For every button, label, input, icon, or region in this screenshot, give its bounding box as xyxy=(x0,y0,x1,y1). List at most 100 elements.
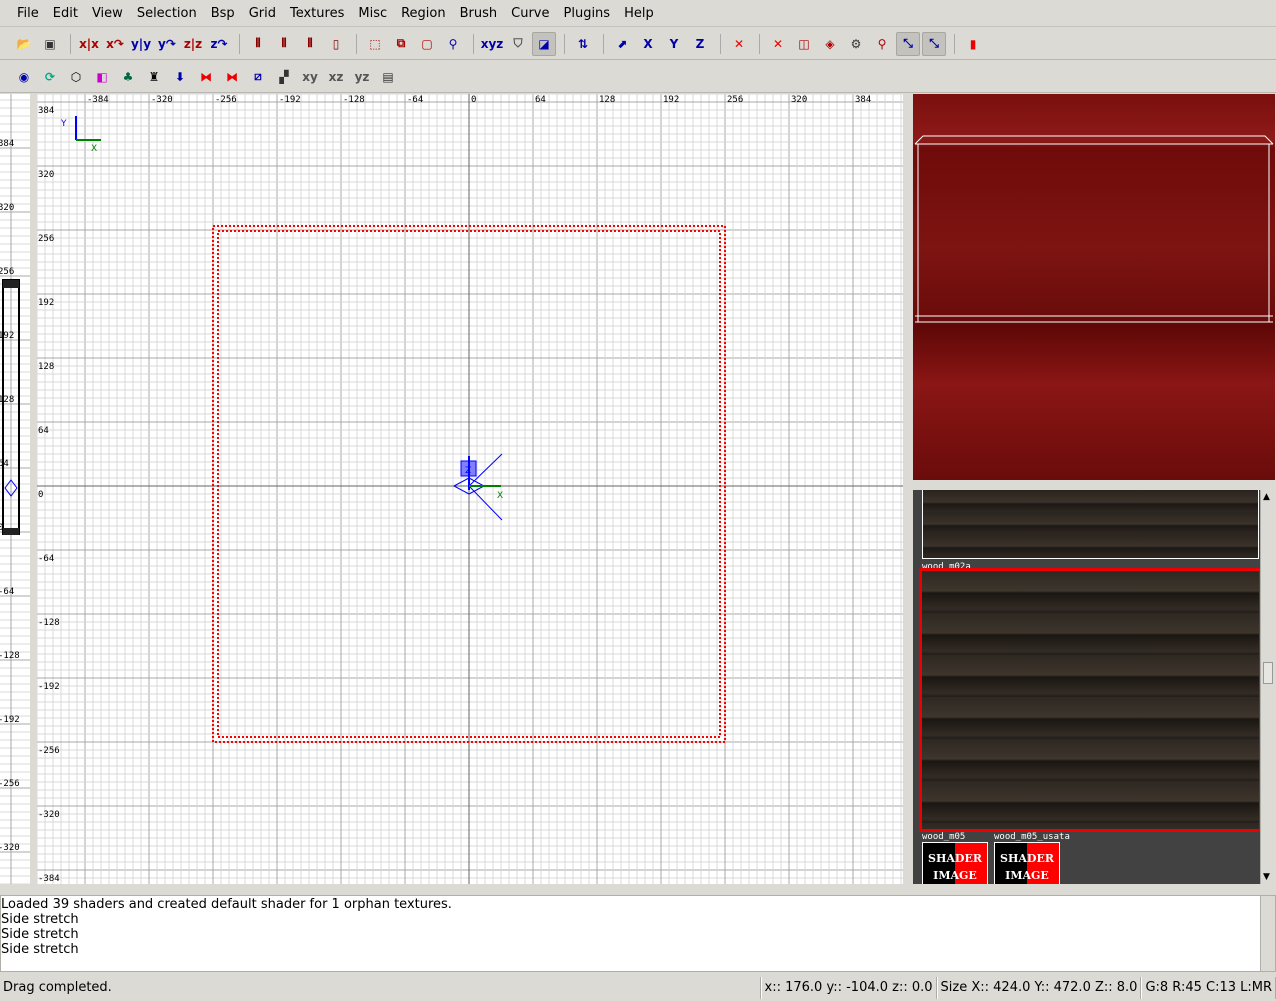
show-entities-button[interactable]: ⤡ xyxy=(922,31,946,56)
csg-merge-icon: ⧉ xyxy=(396,36,406,50)
texture-wood-m05-usata[interactable]: SHADER IMAGE xyxy=(994,842,1060,884)
hide-curve-button[interactable]: ✕ xyxy=(766,32,790,56)
menu-brush[interactable]: Brush xyxy=(453,6,505,21)
rotate-x-button[interactable]: x↷ xyxy=(103,32,127,56)
z-brush-top xyxy=(3,280,19,288)
patch-delete-icon: ⚙ xyxy=(850,36,862,51)
z-view[interactable]: 384320256192128640-64-128-192-256-320 xyxy=(0,94,30,884)
patch-delete-button[interactable]: ⚙ xyxy=(844,32,868,56)
menu-file[interactable]: File xyxy=(10,6,46,21)
menu-bsp[interactable]: Bsp xyxy=(204,6,242,21)
patch-insert-button[interactable]: ◈ xyxy=(818,32,842,56)
view-z-button[interactable]: Z xyxy=(688,32,712,56)
tree-button[interactable]: ♣ xyxy=(116,65,140,89)
y-axis-label: Y xyxy=(60,119,67,129)
save-button[interactable]: ▣ xyxy=(38,32,62,56)
select-inside-button[interactable]: ▯ xyxy=(324,32,348,56)
polygon-button[interactable]: ⬡ xyxy=(64,65,88,89)
y-tick-label: 128 xyxy=(38,362,54,372)
console[interactable]: Loaded 39 shaders and created default sh… xyxy=(0,895,1276,972)
shader-text: SHADER xyxy=(928,852,982,865)
select-complete-tall-button[interactable]: ⫴ xyxy=(246,32,270,56)
texture-wood-m02-partial[interactable] xyxy=(922,490,1259,559)
camera-path-button[interactable]: ▞ xyxy=(272,65,296,89)
hide-model-button[interactable]: ✕ xyxy=(727,32,751,56)
menu-curve[interactable]: Curve xyxy=(504,6,556,21)
console-line: Side stretch xyxy=(1,912,79,927)
console-scrollbar[interactable] xyxy=(1260,896,1275,971)
camera-move-icon: ⇅ xyxy=(577,36,589,51)
hide-model-icon: ✕ xyxy=(733,36,745,51)
menu-region[interactable]: Region xyxy=(394,6,453,21)
texture-scrollbar[interactable]: ▲ ▼ xyxy=(1260,490,1275,884)
drop-icon: ⬇ xyxy=(174,69,186,84)
plugin-button[interactable]: ▮ xyxy=(961,32,985,56)
drop-button[interactable]: ⬇ xyxy=(168,65,192,89)
flip-y-icon: y|y xyxy=(130,36,152,51)
rotate-y-button[interactable]: y↷ xyxy=(155,32,179,56)
texture-lock-button[interactable]: ⛉ xyxy=(506,32,530,56)
camera-view[interactable] xyxy=(913,94,1275,480)
flip-x-icon: x|x xyxy=(79,36,99,51)
view-z-icon: Z xyxy=(695,36,705,51)
select-partial-tall-button[interactable]: ⫴ xyxy=(298,32,322,56)
clipper-button[interactable]: ⚲ xyxy=(441,32,465,56)
entity-icon: ◉ xyxy=(18,69,30,84)
open-button[interactable]: 📂 xyxy=(12,32,36,56)
yz-view-button[interactable]: yz xyxy=(350,65,374,89)
xy-view[interactable]: -384 -320 -256 -192 -128 -64 0 64 128 192 256 320 38… xyxy=(37,94,903,884)
flip-x-button[interactable]: x|x xyxy=(77,32,101,56)
make-hollow-button[interactable]: ▢ xyxy=(415,32,439,56)
toolbar-separator xyxy=(473,33,474,54)
xz-view-button[interactable]: xz xyxy=(324,65,348,89)
csg-subtract-button[interactable]: ⬚ xyxy=(363,32,387,56)
texture-wood-m05[interactable]: SHADER IMAGE xyxy=(922,842,988,884)
x-tick-label: 256 xyxy=(727,95,743,105)
z-tick-label: -256 xyxy=(0,779,20,789)
menu-view[interactable]: View xyxy=(85,6,130,21)
texture-wood-m02a-selected[interactable] xyxy=(919,568,1262,832)
flip-y-button[interactable]: y|y xyxy=(129,32,153,56)
drill-down-icon: ⤡ xyxy=(903,36,913,50)
texture-browser[interactable]: wood_m02a wood_m05 wood_m05_usata SHADER… xyxy=(913,490,1275,884)
x-tick-label: 384 xyxy=(855,95,871,105)
change-views-button[interactable]: xyz xyxy=(480,32,504,56)
menu-misc[interactable]: Misc xyxy=(351,6,394,21)
view-x-button[interactable]: X xyxy=(636,32,660,56)
shader-button[interactable]: ◧ xyxy=(90,65,114,89)
drill-down-button[interactable]: ⤡ xyxy=(896,31,920,56)
menu-selection[interactable]: Selection xyxy=(130,6,204,21)
patch-weld-button[interactable]: ⚲ xyxy=(870,32,894,56)
camera-move-button[interactable]: ⇅ xyxy=(571,32,595,56)
y-tick-label: 64 xyxy=(38,426,49,436)
cubic-clip-button[interactable]: ◪ xyxy=(532,31,556,56)
console-button[interactable]: ▤ xyxy=(376,65,400,89)
flip-z-button[interactable]: z|z xyxy=(181,32,205,56)
console-icon: ▤ xyxy=(382,69,394,84)
select-touching-button[interactable]: ⫴ xyxy=(272,32,296,56)
menu-help[interactable]: Help xyxy=(617,6,661,21)
patch-bend-button[interactable]: ◫ xyxy=(792,32,816,56)
menu-grid[interactable]: Grid xyxy=(242,6,283,21)
y-tick-label: 192 xyxy=(38,298,54,308)
mirror-y-button[interactable]: ⧓ xyxy=(220,65,244,89)
scroll-up-icon[interactable]: ▲ xyxy=(1263,492,1270,502)
rotate-z-button[interactable]: z↷ xyxy=(207,32,231,56)
scroll-down-icon[interactable]: ▼ xyxy=(1263,872,1270,882)
scroll-thumb[interactable] xyxy=(1263,662,1273,684)
refresh-button[interactable]: ⟳ xyxy=(38,65,62,89)
camera-path-icon: ▞ xyxy=(279,69,289,84)
xy-view-button[interactable]: xy xyxy=(298,65,322,89)
csg-merge-button[interactable]: ⧉ xyxy=(389,32,413,56)
menu-edit[interactable]: Edit xyxy=(46,6,85,21)
menu-plugins[interactable]: Plugins xyxy=(557,6,618,21)
view-change-button[interactable]: ⬈ xyxy=(610,32,634,56)
menu-textures[interactable]: Textures xyxy=(283,6,351,21)
no-texture-button[interactable]: ⧄ xyxy=(246,65,270,89)
train-button[interactable]: ♜ xyxy=(142,65,166,89)
clipper-icon: ⚲ xyxy=(448,36,458,51)
view-y-button[interactable]: Y xyxy=(662,32,686,56)
view-x-icon: X xyxy=(643,36,653,51)
entity-button[interactable]: ◉ xyxy=(12,65,36,89)
mirror-x-button[interactable]: ⧓ xyxy=(194,65,218,89)
